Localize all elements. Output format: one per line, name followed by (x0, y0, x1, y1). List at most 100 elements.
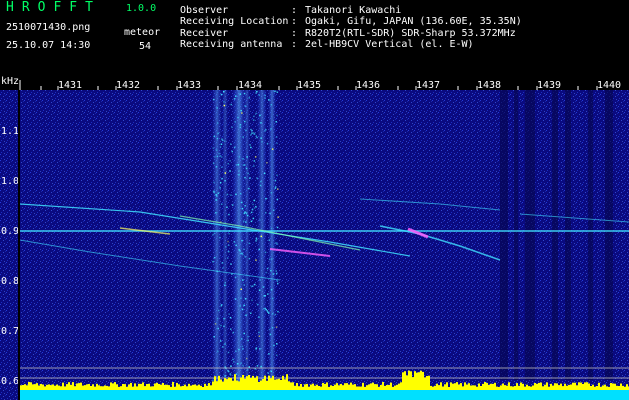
baseline-bar (102, 386, 104, 390)
meteor-speck (236, 363, 239, 365)
baseline-bar (128, 384, 130, 390)
baseline-bar (142, 382, 144, 390)
dark-band (500, 90, 508, 380)
meteor-speck (276, 343, 278, 345)
baseline-bar (194, 384, 196, 390)
baseline-bar (302, 386, 304, 390)
info-label-receiver: Receiver (180, 28, 229, 39)
meteor-speck (223, 101, 225, 103)
meteor-speck (247, 335, 249, 338)
meteor-speck (252, 132, 255, 134)
baseline-bar (372, 382, 374, 390)
meteor-speck (212, 147, 214, 149)
meteor-speck (222, 267, 224, 269)
meteor-speck (274, 313, 277, 316)
baseline-bar (358, 386, 360, 390)
y-tick-label: 0.6 (1, 376, 19, 387)
meteor-speck (251, 208, 254, 211)
meteor-speck (243, 332, 245, 335)
meteor-speck (267, 372, 269, 374)
meteor-speck (252, 217, 255, 220)
x-tick-label: 1431 (58, 80, 82, 91)
meteor-speck (238, 170, 240, 172)
meteor-speck (268, 99, 270, 101)
meteor-speck (223, 325, 225, 328)
info-label-observer: Observer (180, 5, 229, 16)
meteor-speck (212, 234, 214, 236)
baseline-bar (136, 386, 138, 390)
baseline-bar (316, 384, 318, 390)
baseline-bar (446, 382, 448, 390)
baseline-bar (116, 384, 118, 390)
baseline-bar (336, 383, 338, 390)
meteor-speck (268, 353, 270, 355)
meteor-speck (224, 140, 226, 142)
meteor-speck (276, 142, 278, 145)
baseline-bar (204, 383, 206, 390)
meteor-speck (229, 316, 232, 319)
meteor-speck (249, 177, 251, 179)
meteor-speck (263, 172, 266, 175)
meteor-speck (247, 172, 249, 175)
baseline-bar (396, 384, 398, 390)
meteor-speck (272, 273, 275, 275)
baseline-bar (58, 385, 60, 390)
meteor-vertical-bands (212, 90, 279, 388)
meteor-speck (244, 211, 246, 213)
baseline-bar (424, 377, 426, 390)
baseline-bar (224, 378, 226, 390)
baseline-bar (20, 385, 22, 390)
meteor-speck (214, 323, 217, 325)
meteor-speck (226, 193, 229, 196)
meteor-speck (238, 249, 241, 251)
baseline-bar (120, 386, 122, 390)
baseline-bar (612, 383, 614, 390)
baseline-bar (70, 384, 72, 390)
meteor-speck (235, 244, 237, 247)
baseline-bar (498, 387, 500, 390)
meteor-speck (224, 343, 226, 345)
meteor-speck (219, 187, 221, 189)
baseline-bar (292, 382, 294, 390)
y-tick-label: 1.0 (1, 176, 19, 187)
meteor-speck (215, 194, 217, 196)
baseline-bar (132, 386, 134, 390)
meteor-speck (244, 176, 246, 179)
meteor-speck (212, 260, 214, 263)
baseline-bar (468, 383, 470, 390)
baseline-bar (238, 381, 240, 390)
baseline-bar (370, 383, 372, 390)
baseline-bar (326, 382, 328, 390)
info-value-antenna: 2el-HB9CV Vertical (el. E-W) (305, 39, 474, 50)
meteor-speck (252, 119, 255, 121)
baseline-bar (256, 376, 258, 390)
baseline-bar (482, 383, 484, 390)
baseline-bar (156, 382, 158, 390)
meteor-count-value: 54 (139, 41, 152, 52)
meteor-speck (239, 305, 241, 307)
baseline-bar (188, 383, 190, 390)
baseline-bar (456, 382, 458, 390)
baseline-bar (276, 379, 278, 390)
meteor-speck (253, 160, 256, 162)
meteor-speck (224, 375, 226, 377)
baseline-bar (164, 384, 166, 390)
baseline-bar (542, 386, 544, 390)
spectrogram-panel[interactable]: 1431 1432 1433 1434 1435 1436 1437 1438 … (0, 76, 629, 400)
meteor-speck (238, 174, 240, 176)
meteor-speck (242, 136, 244, 138)
app-title: HROFFT (6, 0, 101, 15)
meteor-speck (220, 304, 223, 306)
baseline-bar (466, 384, 468, 390)
baseline-bar (504, 385, 506, 390)
baseline-bar (450, 382, 452, 390)
baseline-bar (380, 385, 382, 390)
meteor-speck (268, 258, 271, 261)
meteor-speck (276, 114, 278, 117)
meteor-speck (275, 242, 277, 244)
meteor-speck (224, 282, 226, 284)
meteor-speck (275, 326, 278, 328)
baseline-bar (562, 386, 564, 390)
y-tick-label: 1.1 (1, 126, 19, 137)
info-sep: : (291, 5, 298, 16)
